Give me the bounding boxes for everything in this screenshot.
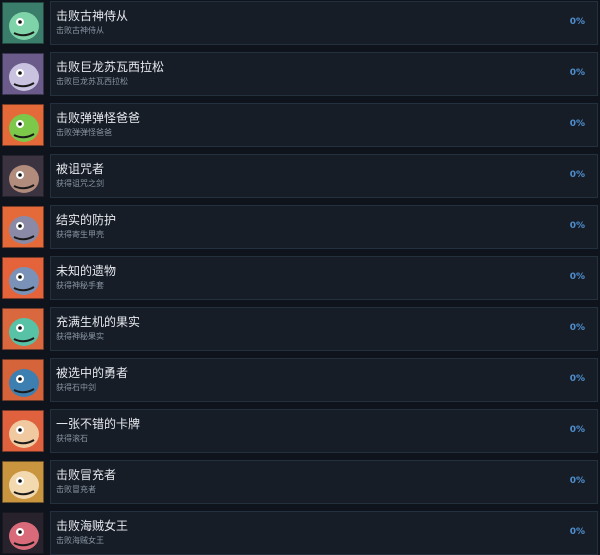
unlock-percentage: 0%	[569, 119, 585, 129]
achievement-list: 击败古神侍从 击败古神侍从 0% 击败巨龙苏瓦西拉松 击败巨龙苏瓦西拉松 0% 击败弹弹怪爸…	[0, 0, 600, 555]
achievement-row[interactable]: 被诅咒者获得诅咒之剑 0%	[0, 154, 600, 198]
achievement-row[interactable]: 击败古神侍从 击败古神侍从 0%	[0, 1, 600, 45]
unlock-percentage: 0%	[569, 17, 585, 27]
achievement-card[interactable]: 充满生机的果实获得神秘果实 0%	[50, 307, 598, 351]
achievement-description: 获得诅咒之剑	[56, 179, 104, 188]
achievement-row[interactable]: 击败冒充者 击败冒充者 0%	[0, 460, 600, 504]
achievement-title: 一张不错的卡牌	[56, 417, 141, 431]
achievement-description: 获得寄生甲壳	[56, 230, 104, 239]
achievement-row[interactable]: 击败海贼女王 击败海贼女王 0%	[0, 511, 600, 555]
unlock-percentage: 0%	[569, 272, 585, 282]
achievement-title: 击败巨龙苏瓦西拉松	[56, 60, 165, 74]
achievement-card[interactable]: 击败海贼女王 击败海贼女王 0%	[50, 511, 598, 555]
achievement-card[interactable]: 一张不错的卡牌获得滚石 0%	[50, 409, 598, 453]
achievement-card[interactable]: 被诅咒者获得诅咒之剑 0%	[50, 154, 598, 198]
achievement-card[interactable]: 击败古神侍从 击败古神侍从 0%	[50, 1, 598, 45]
achievement-title: 击败古神侍从	[56, 9, 129, 23]
achievement-description: 获得神秘手套	[56, 281, 104, 290]
impostor-icon	[2, 461, 44, 503]
card-icon	[2, 410, 44, 452]
achievement-title: 充满生机的果实	[56, 315, 141, 329]
achievement-description: 击败海贼女王	[56, 536, 104, 545]
achievement-card[interactable]: 结实的防护获得寄生甲壳 0%	[50, 205, 598, 249]
cursed-one-icon	[2, 155, 44, 197]
achievement-description: 获得神秘果实	[56, 332, 104, 341]
unlock-percentage: 0%	[569, 221, 585, 231]
achievement-card[interactable]: 击败巨龙苏瓦西拉松 击败巨龙苏瓦西拉松 0%	[50, 52, 598, 96]
achievement-description: 击败弹弹怪爸爸	[56, 128, 112, 137]
unlock-percentage: 0%	[569, 476, 585, 486]
slime-icon	[2, 104, 44, 146]
pirate-queen-icon	[2, 512, 44, 554]
achievement-title: 击败弹弹怪爸爸	[56, 111, 141, 125]
achievement-title: 结实的防护	[56, 213, 117, 227]
achievement-description: 击败巨龙苏瓦西拉松	[56, 77, 128, 86]
achievement-title: 被选中的勇者	[56, 366, 129, 380]
mystery-glove-icon	[2, 257, 44, 299]
dragon-icon	[2, 53, 44, 95]
unlock-percentage: 0%	[569, 170, 585, 180]
unlock-percentage: 0%	[569, 68, 585, 78]
achievement-card[interactable]: 未知的遗物获得神秘手套 0%	[50, 256, 598, 300]
achievement-row[interactable]: 充满生机的果实获得神秘果实 0%	[0, 307, 600, 351]
unlock-percentage: 0%	[569, 374, 585, 384]
unlock-percentage: 0%	[569, 527, 585, 537]
achievement-description: 击败古神侍从	[56, 26, 104, 35]
achievement-title: 被诅咒者	[56, 162, 105, 176]
achievement-card[interactable]: 击败冒充者 击败冒充者 0%	[50, 460, 598, 504]
achievement-title: 击败冒充者	[56, 468, 117, 482]
achievement-description: 获得石中剑	[56, 383, 96, 392]
achievement-title: 未知的遗物	[56, 264, 117, 278]
achievement-row[interactable]: 击败弹弹怪爸爸 击败弹弹怪爸爸 0%	[0, 103, 600, 147]
achievement-description: 获得滚石	[56, 434, 88, 443]
achievement-title: 击败海贼女王	[56, 519, 129, 533]
achievement-description: 击败冒充者	[56, 485, 96, 494]
achievement-row[interactable]: 一张不错的卡牌获得滚石 0%	[0, 409, 600, 453]
unlock-percentage: 0%	[569, 425, 585, 435]
achievement-row[interactable]: 击败巨龙苏瓦西拉松 击败巨龙苏瓦西拉松 0%	[0, 52, 600, 96]
green-ghoul-icon	[2, 2, 44, 44]
shell-armor-icon	[2, 206, 44, 248]
achievement-card[interactable]: 击败弹弹怪爸爸 击败弹弹怪爸爸 0%	[50, 103, 598, 147]
fruit-icon	[2, 308, 44, 350]
achievement-card[interactable]: 被选中的勇者获得石中剑 0%	[50, 358, 598, 402]
achievement-row[interactable]: 结实的防护获得寄生甲壳 0%	[0, 205, 600, 249]
achievement-row[interactable]: 未知的遗物获得神秘手套 0%	[0, 256, 600, 300]
chosen-hero-icon	[2, 359, 44, 401]
unlock-percentage: 0%	[569, 323, 585, 333]
achievement-row[interactable]: 被选中的勇者获得石中剑 0%	[0, 358, 600, 402]
